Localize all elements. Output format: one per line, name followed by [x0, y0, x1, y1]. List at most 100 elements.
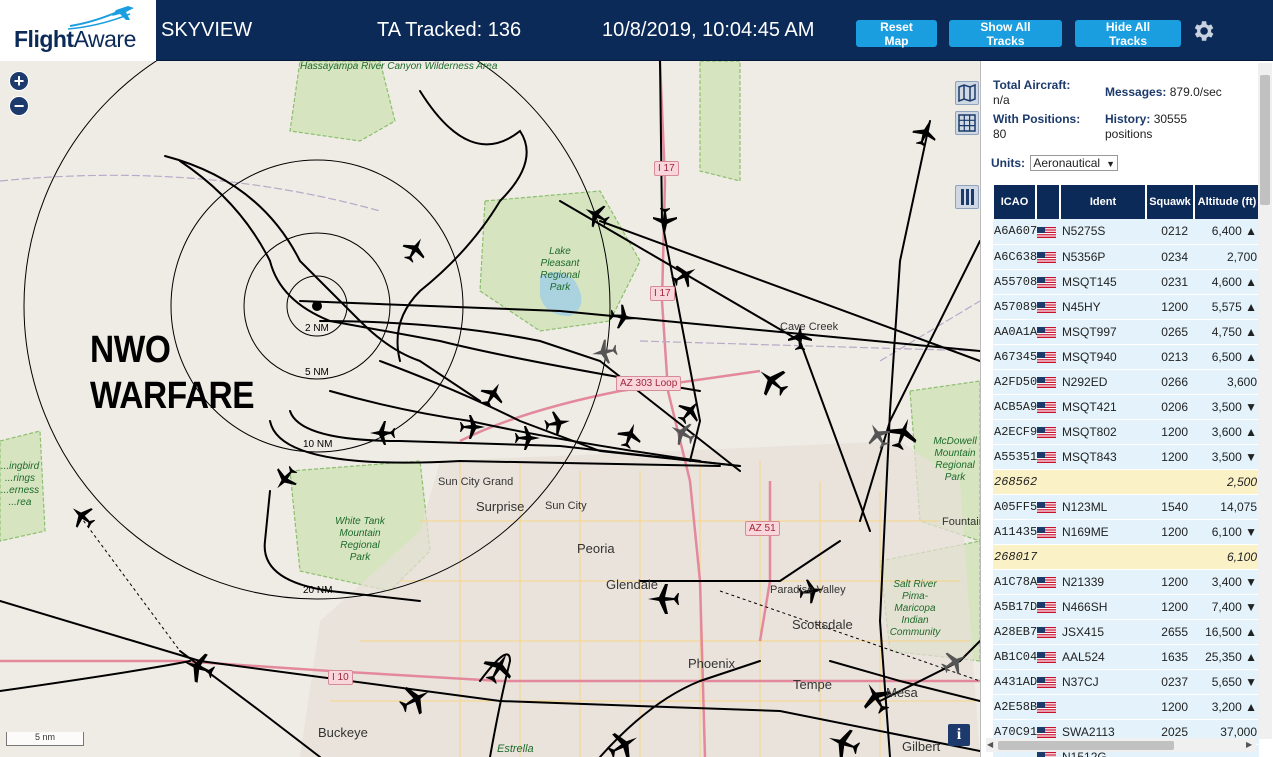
aircraft-row[interactable]: A2E58B 1200 3,200 ▲	[993, 694, 1259, 720]
ident-cell: N45HY	[1060, 294, 1146, 320]
aircraft-row[interactable]: A431AD N37CJ 0237 5,650 ▼	[993, 669, 1259, 695]
messages-stat: Messages: 879.0/sec	[1105, 85, 1222, 99]
city-label: Glendale	[606, 577, 659, 592]
aircraft-row[interactable]: A11435 N169ME 1200 6,100 ▼	[993, 519, 1259, 545]
aircraft-row[interactable]: AA0A1A MSQT997 0265 4,750 ▲	[993, 319, 1259, 345]
city-label: Tempe	[793, 677, 833, 692]
hide-all-tracks-button[interactable]: Hide All Tracks	[1075, 20, 1181, 48]
ring-label-20nm: 20 NM	[303, 585, 333, 596]
us-flag-icon	[1037, 251, 1056, 263]
column-header-icao[interactable]: ICAO	[992, 185, 1036, 219]
icao-cell: 268562	[993, 469, 1037, 495]
icao-cell: A57089	[993, 294, 1037, 320]
column-header-altitude[interactable]: Altitude (ft)	[1193, 185, 1259, 219]
icao-cell: A11435	[993, 519, 1037, 545]
grid-icon[interactable]	[955, 111, 979, 135]
altitude-cell: 3,600	[1194, 369, 1259, 395]
map-view[interactable]: Hassayampa River Canyon Wilderness Area …	[0, 61, 980, 757]
aircraft-row[interactable]: 268017 6,100	[993, 544, 1259, 570]
squawk-cell: 2655	[1146, 619, 1194, 645]
aircraft-row[interactable]: A28EB7 JSX415 2655 16,500 ▲	[993, 619, 1259, 645]
park-label: ...ingbird ...rings ...erness ...rea	[0, 461, 40, 508]
units-select[interactable]: Aeronautical ▼	[1030, 155, 1118, 171]
aircraft-row[interactable]: A57089 N45HY 1200 5,575 ▲	[993, 294, 1259, 320]
flag-cell	[1036, 669, 1060, 695]
info-icon[interactable]: i	[948, 724, 970, 746]
us-flag-icon	[1037, 326, 1056, 338]
flag-cell	[1036, 369, 1060, 395]
column-header-ident[interactable]: Ident	[1059, 185, 1146, 219]
city-label: Peoria	[577, 541, 615, 556]
logo-text: FlightAware	[14, 26, 136, 52]
flag-cell	[1036, 394, 1060, 420]
aircraft-row[interactable]: A6A607 N5275S 0212 6,400 ▲	[993, 219, 1259, 245]
flightaware-logo[interactable]: FlightAware	[0, 0, 156, 61]
squawk-cell: 0265	[1146, 319, 1194, 345]
squawk-cell: 0237	[1146, 669, 1194, 695]
city-label: Surprise	[476, 499, 525, 514]
sidebar-vertical-scrollbar[interactable]	[1258, 63, 1272, 739]
squawk-cell: 1200	[1146, 569, 1194, 595]
icao-cell: A2FD50	[993, 369, 1037, 395]
flag-cell	[1036, 419, 1060, 445]
aircraft-icon	[760, 370, 789, 396]
ident-cell: JSX415	[1060, 619, 1146, 645]
us-flag-icon	[1037, 601, 1056, 613]
ring-label-5nm: 5 NM	[305, 367, 329, 378]
flag-cell	[1036, 594, 1060, 620]
aircraft-icon	[480, 383, 503, 408]
altitude-cell: 2,500	[1194, 469, 1259, 495]
us-flag-icon	[1037, 376, 1056, 388]
altitude-cell: 6,500 ▲	[1194, 344, 1259, 370]
altitude-cell: 4,600 ▲	[1194, 269, 1259, 295]
ident-cell: MSQT997	[1060, 319, 1146, 345]
total-aircraft-stat: Total Aircraft: n/a	[993, 78, 1071, 107]
scroll-thumb[interactable]	[1260, 75, 1270, 205]
sidebar-horizontal-scrollbar[interactable]: ◀ ▶	[986, 738, 1256, 752]
column-header-flag[interactable]	[1035, 185, 1060, 219]
flag-cell	[1036, 269, 1060, 295]
gear-icon[interactable]	[1190, 18, 1216, 44]
squawk-cell: 1635	[1146, 644, 1194, 670]
ident-cell: N123ML	[1060, 494, 1146, 520]
aircraft-row[interactable]: A67345 MSQT940 0213 6,500 ▲	[993, 344, 1259, 370]
aircraft-row[interactable]: A5B17D N466SH 1200 7,400 ▼	[993, 594, 1259, 620]
flight-track	[319, 320, 741, 472]
aircraft-row[interactable]: ACB5A9 MSQT421 0206 3,500 ▼	[993, 394, 1259, 420]
reset-map-button[interactable]: Reset Map	[856, 20, 937, 48]
show-all-tracks-button[interactable]: Show All Tracks	[949, 20, 1062, 48]
zoom-out-button[interactable]: −	[9, 96, 29, 116]
aircraft-icon	[677, 401, 698, 425]
aircraft-row[interactable]: A2ECF9 MSQT802 1200 3,600 ▲	[993, 419, 1259, 445]
aircraft-row[interactable]: A1C78A N21339 1200 3,400 ▼	[993, 569, 1259, 595]
park-label: Hassayampa River Canyon Wilderness Area	[300, 61, 498, 72]
squawk-cell: 1200	[1146, 694, 1194, 720]
aircraft-row[interactable]: A55708 MSQT145 0231 4,600 ▲	[993, 269, 1259, 295]
aircraft-row[interactable]: A6C638 N5356P 0234 2,700	[993, 244, 1259, 270]
map-layers-icon[interactable]	[955, 81, 979, 105]
city-label: Scottsdale	[792, 617, 853, 632]
flag-cell	[1036, 519, 1060, 545]
overlay-caption: NWO WARFARE	[90, 327, 255, 419]
squawk-cell: 1200	[1146, 419, 1194, 445]
altitude-cell: 7,400 ▼	[1194, 594, 1259, 620]
aircraft-row[interactable]: A05FF5 N123ML 1540 14,075	[993, 494, 1259, 520]
scroll-thumb[interactable]	[998, 741, 1174, 750]
columns-icon[interactable]	[955, 185, 979, 209]
ident-cell	[1060, 469, 1146, 495]
aircraft-row[interactable]: A2FD50 N292ED 0266 3,600	[993, 369, 1259, 395]
skyview-app: FlightAware SKYVIEW TA Tracked: 136 10/8…	[0, 0, 1273, 757]
altitude-cell: 2,700	[1194, 244, 1259, 270]
ident-cell: N292ED	[1060, 369, 1146, 395]
current-datetime: 10/8/2019, 10:04:45 AM	[602, 19, 815, 41]
aircraft-row[interactable]: 268562 2,500	[993, 469, 1259, 495]
column-header-squawk[interactable]: Squawk	[1145, 185, 1194, 219]
aircraft-row[interactable]: A55351 MSQT843 1200 3,500 ▼	[993, 444, 1259, 470]
us-flag-icon	[1037, 226, 1056, 238]
aircraft-row[interactable]: AB1C04 AAL524 1635 25,350 ▲	[993, 644, 1259, 670]
squawk-cell: 0266	[1146, 369, 1194, 395]
squawk-cell: 1200	[1146, 444, 1194, 470]
zoom-in-button[interactable]: +	[9, 71, 29, 91]
aircraft-icon	[653, 208, 677, 233]
flight-track	[329, 390, 701, 462]
